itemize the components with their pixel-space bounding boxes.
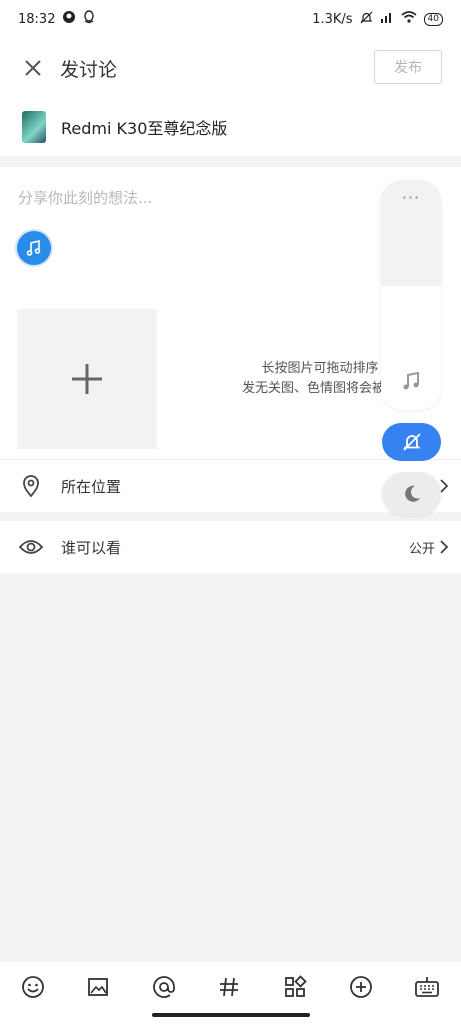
add-image-button[interactable] [17,309,157,449]
page-title: 发讨论 [60,58,118,81]
publish-button[interactable]: 发布 [374,50,442,84]
bell-off-icon [402,433,421,451]
emoji-button[interactable] [18,972,48,1002]
post-text-input[interactable]: 分享你此刻的想法... [18,187,152,208]
music-note-icon [26,239,41,256]
wifi-icon [401,11,417,27]
add-button[interactable] [346,972,376,1002]
at-icon [153,976,175,998]
keyboard-icon [415,977,439,997]
location-label: 所在位置 [61,477,122,496]
add-circle-icon [350,976,372,998]
signal-icon [380,11,394,27]
mute-toggle[interactable] [382,423,441,461]
close-button[interactable] [18,53,48,83]
eye-icon [19,535,43,559]
device-row[interactable]: Redmi K30至尊纪念版 [0,98,461,156]
device-thumbnail [22,111,46,143]
media-volume-icon [400,370,422,396]
app-notification-icon [62,10,76,28]
dark-mode-toggle[interactable] [382,472,441,516]
hashtag-button[interactable] [214,972,244,1002]
device-name: Redmi K30至尊纪念版 [61,119,228,138]
plus-icon [72,364,102,394]
image-icon [88,978,108,996]
keyboard-button[interactable] [412,972,442,1002]
do-not-disturb-icon [360,11,373,28]
music-button[interactable] [17,231,51,265]
chevron-right-icon [440,540,449,554]
emoji-icon [22,976,44,998]
visibility-label: 谁可以看 [61,538,122,557]
status-time: 18:32 [18,11,56,27]
mention-button[interactable] [149,972,179,1002]
image-button[interactable] [83,972,113,1002]
home-indicator[interactable] [152,1013,310,1017]
visibility-row[interactable]: 谁可以看 公开 [0,521,461,573]
more-dots-icon[interactable]: ··· [381,188,441,207]
hashtag-icon [220,977,238,997]
location-pin-icon [19,474,43,498]
volume-slider[interactable]: ··· [381,180,441,410]
apps-icon [285,975,307,997]
header: 发讨论 发布 [0,38,461,98]
network-speed: 1.3K/s [312,11,353,27]
battery-indicator: 40 [423,12,443,26]
status-bar: 18:32 1.3K/s 40 [0,0,461,38]
visibility-value: 公开 [408,541,435,557]
close-icon [25,60,41,76]
moon-icon [404,485,420,502]
apps-button[interactable] [280,972,310,1002]
qq-icon [83,10,95,28]
